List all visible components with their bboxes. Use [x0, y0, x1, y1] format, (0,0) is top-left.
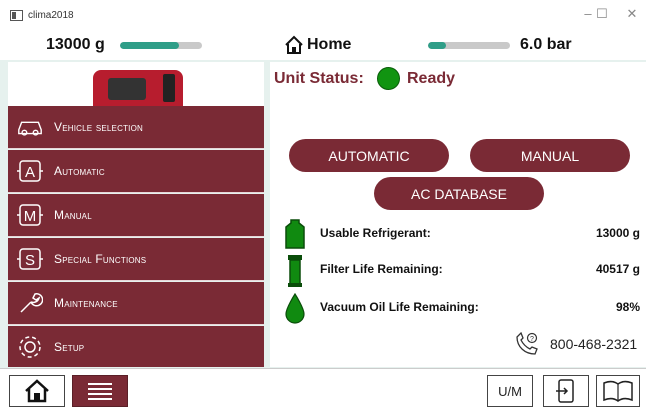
automatic-icon: A [16, 157, 44, 185]
menu-button[interactable] [72, 375, 128, 407]
home-button[interactable] [9, 375, 65, 407]
filter-life-label: Filter Life Remaining: [320, 262, 443, 276]
vacuum-oil-value: 98% [615, 300, 640, 314]
svg-text:?: ? [530, 336, 534, 343]
product-image [8, 62, 264, 106]
home-icon [25, 379, 49, 403]
unit-status-label: Unit Status: [274, 70, 364, 87]
manual-book-button[interactable] [596, 375, 640, 407]
maximize-button[interactable]: ☐ [592, 6, 612, 22]
manual-icon: M [16, 201, 44, 229]
title-bar: clima2018 – ☐ ✕ [0, 0, 646, 32]
sidebar-item-label: Special Functions [54, 252, 147, 266]
pressure-fill [428, 42, 447, 49]
svg-text:M: M [24, 208, 37, 225]
home-title: Home [284, 35, 351, 55]
sidebar-item-label: Vehicle selection [54, 120, 143, 134]
sidebar-item-special-functions[interactable]: S Special Functions [8, 238, 264, 281]
home-label: Home [307, 36, 352, 53]
vacuum-oil-label: Vacuum Oil Life Remaining: [320, 300, 479, 314]
main-panel: Unit Status: Ready AUTOMATIC MANUAL AC D… [270, 62, 646, 367]
filter-life-row: Filter Life Remaining: 40517 g [282, 254, 646, 287]
sidebar-item-label: Maintenance [54, 296, 118, 310]
sidebar-item-label: Setup [54, 339, 85, 354]
window-title: clima2018 [28, 10, 74, 21]
sidebar: Vehicle selection A Automatic M Manual S… [8, 62, 264, 367]
gear-icon [16, 333, 44, 361]
svg-text:S: S [25, 252, 35, 269]
exit-button[interactable] [543, 375, 589, 407]
phone-icon: ? [516, 332, 538, 355]
tank-level-fill [120, 42, 180, 49]
oil-drop-icon [285, 292, 305, 324]
menu-icon [88, 383, 112, 400]
sidebar-item-manual[interactable]: M Manual [8, 194, 264, 237]
support-phone: ? 800-468-2321 [514, 332, 637, 356]
home-icon [285, 35, 303, 54]
tank-level-bar [120, 42, 202, 49]
manual-button[interactable]: MANUAL [470, 139, 630, 172]
pressure-readout: 6.0 bar [520, 36, 572, 53]
manual-book-icon [603, 380, 633, 402]
support-phone-number: 800-468-2321 [550, 336, 638, 352]
exit-icon [556, 379, 574, 403]
special-functions-icon: S [16, 245, 44, 273]
ac-database-button[interactable]: AC DATABASE [374, 177, 544, 210]
bottom-toolbar: U/M [0, 368, 646, 413]
car-icon [16, 113, 44, 141]
tank-weight: 13000 g [46, 36, 105, 53]
pressure-bar [428, 42, 510, 49]
status-indicator-icon [377, 67, 400, 90]
sidebar-item-label: Automatic [54, 164, 105, 178]
machine-icon [93, 70, 183, 106]
filter-icon [288, 255, 302, 287]
sidebar-item-automatic[interactable]: A Automatic [8, 150, 264, 193]
sidebar-item-vehicle-selection[interactable]: Vehicle selection [8, 106, 264, 149]
close-button[interactable]: ✕ [622, 6, 642, 22]
sidebar-item-maintenance[interactable]: Maintenance [8, 282, 264, 325]
svg-text:A: A [25, 164, 35, 181]
usable-refrigerant-row: Usable Refrigerant: 13000 g [282, 218, 646, 249]
app-icon [10, 10, 23, 21]
automatic-button[interactable]: AUTOMATIC [289, 139, 449, 172]
refrigerant-tank-icon [285, 219, 305, 249]
wrench-icon [16, 289, 44, 317]
unit-status-value: Ready [407, 70, 456, 87]
sidebar-item-label: Manual [54, 208, 92, 222]
header-bar: 13000 g Home 6.0 bar [0, 32, 646, 60]
sidebar-item-setup[interactable]: Setup [8, 326, 264, 367]
units-button[interactable]: U/M [487, 375, 533, 407]
vacuum-oil-row: Vacuum Oil Life Remaining: 98% [282, 292, 646, 324]
usable-refrigerant-label: Usable Refrigerant: [320, 226, 431, 240]
usable-refrigerant-value: 13000 g [595, 226, 640, 240]
filter-life-value: 40517 g [595, 262, 640, 276]
